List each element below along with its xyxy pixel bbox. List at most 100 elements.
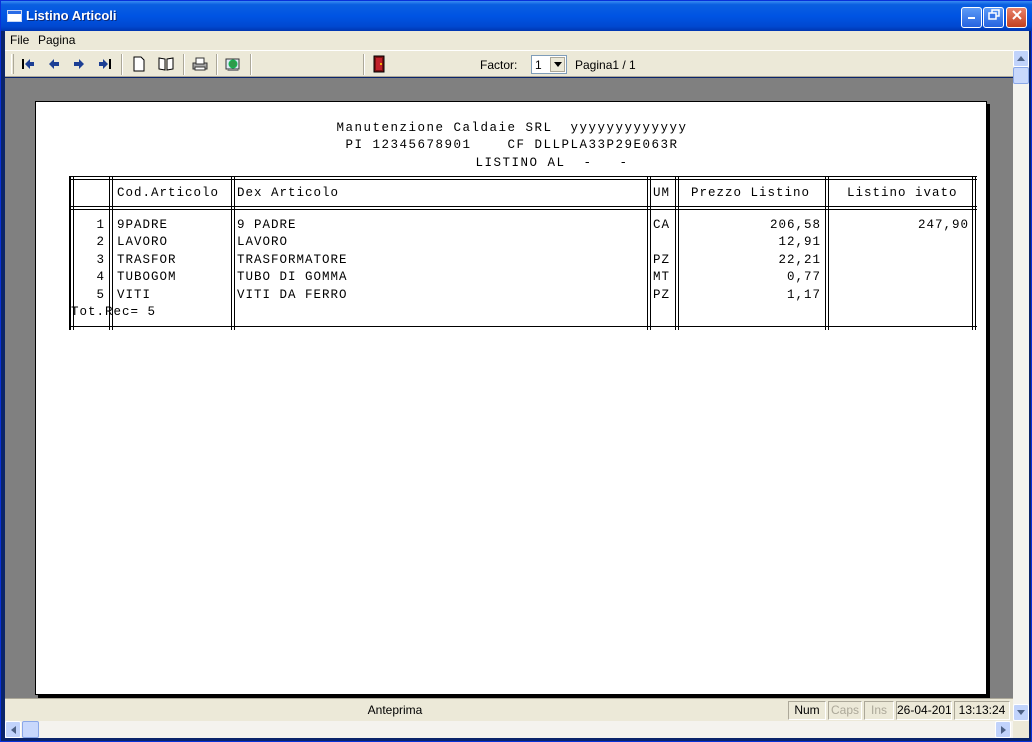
- toolbar-separator: [183, 54, 185, 75]
- toolbar-grip[interactable]: [11, 54, 14, 74]
- print-button[interactable]: [189, 54, 211, 74]
- last-page-icon: [99, 59, 111, 69]
- toolbar-separator: [250, 54, 252, 75]
- status-ins: Ins: [864, 701, 894, 720]
- row-price-vat: 247,90: [917, 218, 969, 232]
- scroll-thumb[interactable]: [22, 721, 39, 738]
- horizontal-scrollbar[interactable]: [5, 721, 1013, 738]
- status-caps: Caps: [828, 701, 862, 720]
- row-price: 12,91: [778, 235, 821, 249]
- column-divider: [231, 176, 235, 330]
- row-desc: LAVORO: [237, 235, 289, 249]
- minimize-icon: [967, 17, 975, 19]
- page-indicator: Pagina1 / 1: [575, 58, 636, 72]
- column-divider: [675, 176, 679, 330]
- header-um: UM: [653, 186, 671, 200]
- exit-door-icon: [373, 55, 385, 73]
- first-page-icon: [22, 59, 34, 69]
- print-icon: [192, 57, 208, 71]
- company-line: Manutenzione Caldaie SRL yyyyyyyyyyyyy: [336, 121, 688, 135]
- export-icon: [225, 58, 240, 71]
- header-bottom-rule: [69, 206, 977, 210]
- close-icon: [1011, 10, 1022, 20]
- row-code: 9PADRE: [117, 218, 169, 232]
- row-desc: VITI DA FERRO: [237, 288, 348, 302]
- row-um: PZ: [653, 253, 671, 267]
- scroll-down-button[interactable]: [1013, 704, 1029, 721]
- row-number: 4: [96, 270, 105, 284]
- column-divider: [825, 176, 829, 330]
- row-code: VITI: [117, 288, 152, 302]
- row-number: 1: [96, 218, 105, 232]
- factor-select[interactable]: 1: [531, 55, 567, 74]
- scroll-thumb[interactable]: [1013, 67, 1029, 84]
- row-price: 206,58: [769, 218, 821, 232]
- row-desc: TRASFORMATORE: [237, 253, 348, 267]
- window-title: Listino Articoli: [26, 8, 117, 23]
- chevron-down-icon: [1017, 710, 1025, 715]
- prev-page-button[interactable]: [43, 54, 65, 74]
- app-window: Listino Articoli File Pagina Factor: 1 P…: [0, 0, 1032, 742]
- row-code: LAVORO: [117, 235, 169, 249]
- exit-button[interactable]: [368, 54, 390, 74]
- next-page-button[interactable]: [68, 54, 90, 74]
- row-desc: TUBO DI GOMMA: [237, 270, 348, 284]
- single-page-button[interactable]: [128, 54, 150, 74]
- factor-label: Factor:: [480, 58, 518, 72]
- status-date: 26-04-2016: [896, 701, 952, 720]
- menu-pagina[interactable]: Pagina: [38, 33, 75, 47]
- first-page-button[interactable]: [17, 54, 39, 74]
- toolbar-separator: [363, 54, 365, 75]
- chevron-up-icon: [1017, 56, 1025, 61]
- header-code: Cod.Articolo: [117, 186, 220, 200]
- row-number: 2: [96, 235, 105, 249]
- row-number: 3: [96, 253, 105, 267]
- scroll-up-button[interactable]: [1013, 50, 1029, 67]
- table-bottom-rule: [69, 326, 977, 328]
- dropdown-arrow-button[interactable]: [550, 57, 565, 72]
- status-mode: Anteprima: [367, 703, 423, 717]
- title-bar[interactable]: Listino Articoli: [1, 1, 1032, 31]
- row-price: 22,21: [778, 253, 821, 267]
- report-page: Manutenzione Caldaie SRL yyyyyyyyyyyyy P…: [35, 101, 987, 695]
- factor-value: 1: [535, 58, 542, 72]
- row-code: TRASFOR: [117, 253, 177, 267]
- toolbar-separator: [216, 54, 218, 75]
- menu-bar: File Pagina: [5, 31, 1029, 50]
- chevron-right-icon: [1000, 725, 1006, 734]
- toolbar-separator: [121, 54, 123, 75]
- row-um: MT: [653, 270, 671, 284]
- table-top-rule: [69, 176, 977, 180]
- last-page-button[interactable]: [94, 54, 116, 74]
- chevron-down-icon: [553, 62, 562, 67]
- vertical-scrollbar[interactable]: [1013, 50, 1029, 721]
- row-um: CA: [653, 218, 671, 232]
- window-icon: [7, 10, 22, 22]
- header-price-vat: Listino ivato: [847, 186, 958, 200]
- two-pages-button[interactable]: [155, 54, 177, 74]
- single-page-icon: [133, 56, 145, 72]
- status-time: 13:13:24: [954, 701, 1010, 720]
- header-desc: Dex Articolo: [237, 186, 340, 200]
- restore-button[interactable]: [983, 7, 1004, 28]
- close-button[interactable]: [1006, 7, 1027, 28]
- total-records: Tot.Rec= 5: [71, 305, 157, 319]
- menu-file[interactable]: File: [10, 33, 29, 47]
- header-price: Prezzo Listino: [691, 186, 811, 200]
- prev-page-icon: [49, 59, 59, 69]
- row-price: 0,77: [786, 270, 821, 284]
- export-button[interactable]: [222, 54, 244, 74]
- scroll-left-button[interactable]: [5, 721, 21, 738]
- chevron-left-icon: [10, 725, 16, 734]
- minimize-button[interactable]: [961, 7, 982, 28]
- row-number: 5: [96, 288, 105, 302]
- scrollbar-corner: [1013, 721, 1029, 738]
- row-desc: 9 PADRE: [237, 218, 297, 232]
- row-price: 1,17: [786, 288, 821, 302]
- scroll-right-button[interactable]: [995, 721, 1011, 738]
- toolbar: Factor: 1 Pagina1 / 1: [5, 50, 1013, 77]
- column-divider: [647, 176, 651, 330]
- report-table: Cod.Articolo Dex Articolo UM Prezzo List…: [69, 176, 977, 332]
- two-pages-icon: [158, 57, 174, 71]
- row-um: PZ: [653, 288, 671, 302]
